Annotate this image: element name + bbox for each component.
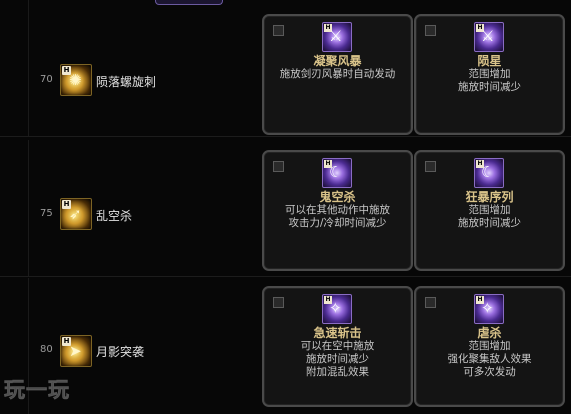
talent-desc-line: 强化聚集敌人效果 <box>447 353 532 365</box>
talent-desc-line: 范围增加 <box>468 204 511 216</box>
talent-checkbox[interactable] <box>425 161 436 172</box>
skill-row-2: 75 H ➶ 乱空杀 H ☾ 鬼空杀 可以在其他动作中施放 攻击力/冷却时间减少… <box>0 140 571 277</box>
talent-title: 凝聚风暴 <box>313 54 362 68</box>
talent-card[interactable]: H ✧ 急速斩击 可以在空中施放 施放时间减少 附加混乱效果 <box>262 286 413 407</box>
talent-desc-line: 施放时间减少 <box>306 353 369 365</box>
skill-name: 乱空杀 <box>96 209 133 223</box>
skill-icon[interactable]: H ✺ <box>60 64 92 96</box>
talent-description: 范围增加 施放时间减少 <box>416 204 563 230</box>
rune-icon: H ⚔ <box>322 22 352 52</box>
rune-icon: H ✧ <box>322 294 352 324</box>
talent-desc-line: 可以在其他动作中施放 <box>285 204 390 216</box>
rune-icon: H ⚔ <box>474 22 504 52</box>
talent-checkbox[interactable] <box>273 161 284 172</box>
skill-name: 陨落螺旋刺 <box>96 75 157 89</box>
rune-icon: H ✧ <box>474 294 504 324</box>
talent-checkbox[interactable] <box>273 297 284 308</box>
talent-description: 可以在空中施放 施放时间减少 附加混乱效果 <box>264 340 411 379</box>
crescent-slash-icon: ☾ <box>329 163 343 181</box>
talent-desc-line: 可以在空中施放 <box>300 340 375 352</box>
skill-icon[interactable]: H ➶ <box>60 198 92 230</box>
talent-card[interactable]: H ⚔ 陨星 范围增加 施放时间减少 <box>414 14 565 135</box>
talent-desc-line: 施放时间减少 <box>458 81 521 93</box>
talent-title: 急速斩击 <box>313 326 362 340</box>
flame-icon: ✺ <box>69 71 82 89</box>
talent-desc-line: 攻击力/冷却时间减少 <box>288 217 387 229</box>
sword-icon: ⚔ <box>481 27 495 45</box>
crescent-slash-icon: ☾ <box>481 163 495 181</box>
rune-icon: H ☾ <box>474 158 504 188</box>
skill-level: 70 <box>40 74 53 85</box>
row-divider <box>28 140 29 276</box>
talent-desc-line: 范围增加 <box>468 340 511 352</box>
talent-card[interactable]: H ☾ 狂暴序列 范围增加 施放时间减少 <box>414 150 565 271</box>
talent-description: 范围增加 施放时间减少 <box>416 68 563 94</box>
skill-name: 月影突袭 <box>96 345 145 359</box>
skill-level: 80 <box>40 344 53 355</box>
sword-icon: ⚔ <box>329 27 343 45</box>
talent-checkbox[interactable] <box>425 297 436 308</box>
talent-checkbox[interactable] <box>273 25 284 36</box>
row-divider <box>28 0 29 136</box>
talent-title: 狂暴序列 <box>465 190 514 204</box>
watermark-logo: 玩一玩 <box>4 378 70 403</box>
talent-description: 施放剑刃风暴时自动发动 <box>264 68 411 81</box>
skill-icon[interactable]: H ➤ <box>60 335 92 367</box>
talent-card[interactable]: H ✧ 虐杀 范围增加 强化聚集敌人效果 可多次发动 <box>414 286 565 407</box>
talent-desc-line: 附加混乱效果 <box>306 366 369 378</box>
talent-checkbox[interactable] <box>425 25 436 36</box>
light-slash-icon: ✧ <box>481 299 494 317</box>
slash-icon: ➶ <box>69 205 82 223</box>
talent-card[interactable]: H ☾ 鬼空杀 可以在其他动作中施放 攻击力/冷却时间减少 <box>262 150 413 271</box>
skill-row-1: 70 H ✺ 陨落螺旋刺 H ⚔ 凝聚风暴 施放剑刃风暴时自动发动 H ⚔ 陨星… <box>0 0 571 137</box>
talent-description: 范围增加 强化聚集敌人效果 可多次发动 <box>416 340 563 379</box>
talent-title: 鬼空杀 <box>319 190 356 204</box>
dash-icon: ➤ <box>69 342 82 360</box>
talent-card[interactable]: H ⚔ 凝聚风暴 施放剑刃风暴时自动发动 <box>262 14 413 135</box>
rune-icon: H ☾ <box>322 158 352 188</box>
talent-desc-line: 范围增加 <box>468 68 511 80</box>
talent-desc-line: 施放时间减少 <box>458 217 521 229</box>
light-slash-icon: ✧ <box>329 299 342 317</box>
talent-description: 可以在其他动作中施放 攻击力/冷却时间减少 <box>264 204 411 230</box>
talent-desc-line: 可多次发动 <box>463 366 516 378</box>
skill-row-3: 80 H ➤ 月影突袭 H ✧ 急速斩击 可以在空中施放 施放时间减少 附加混乱… <box>0 278 571 414</box>
talent-title: 虐杀 <box>477 326 502 340</box>
talent-desc-line: 施放剑刃风暴时自动发动 <box>279 68 396 80</box>
skill-level: 75 <box>40 208 53 219</box>
talent-title: 陨星 <box>477 54 502 68</box>
